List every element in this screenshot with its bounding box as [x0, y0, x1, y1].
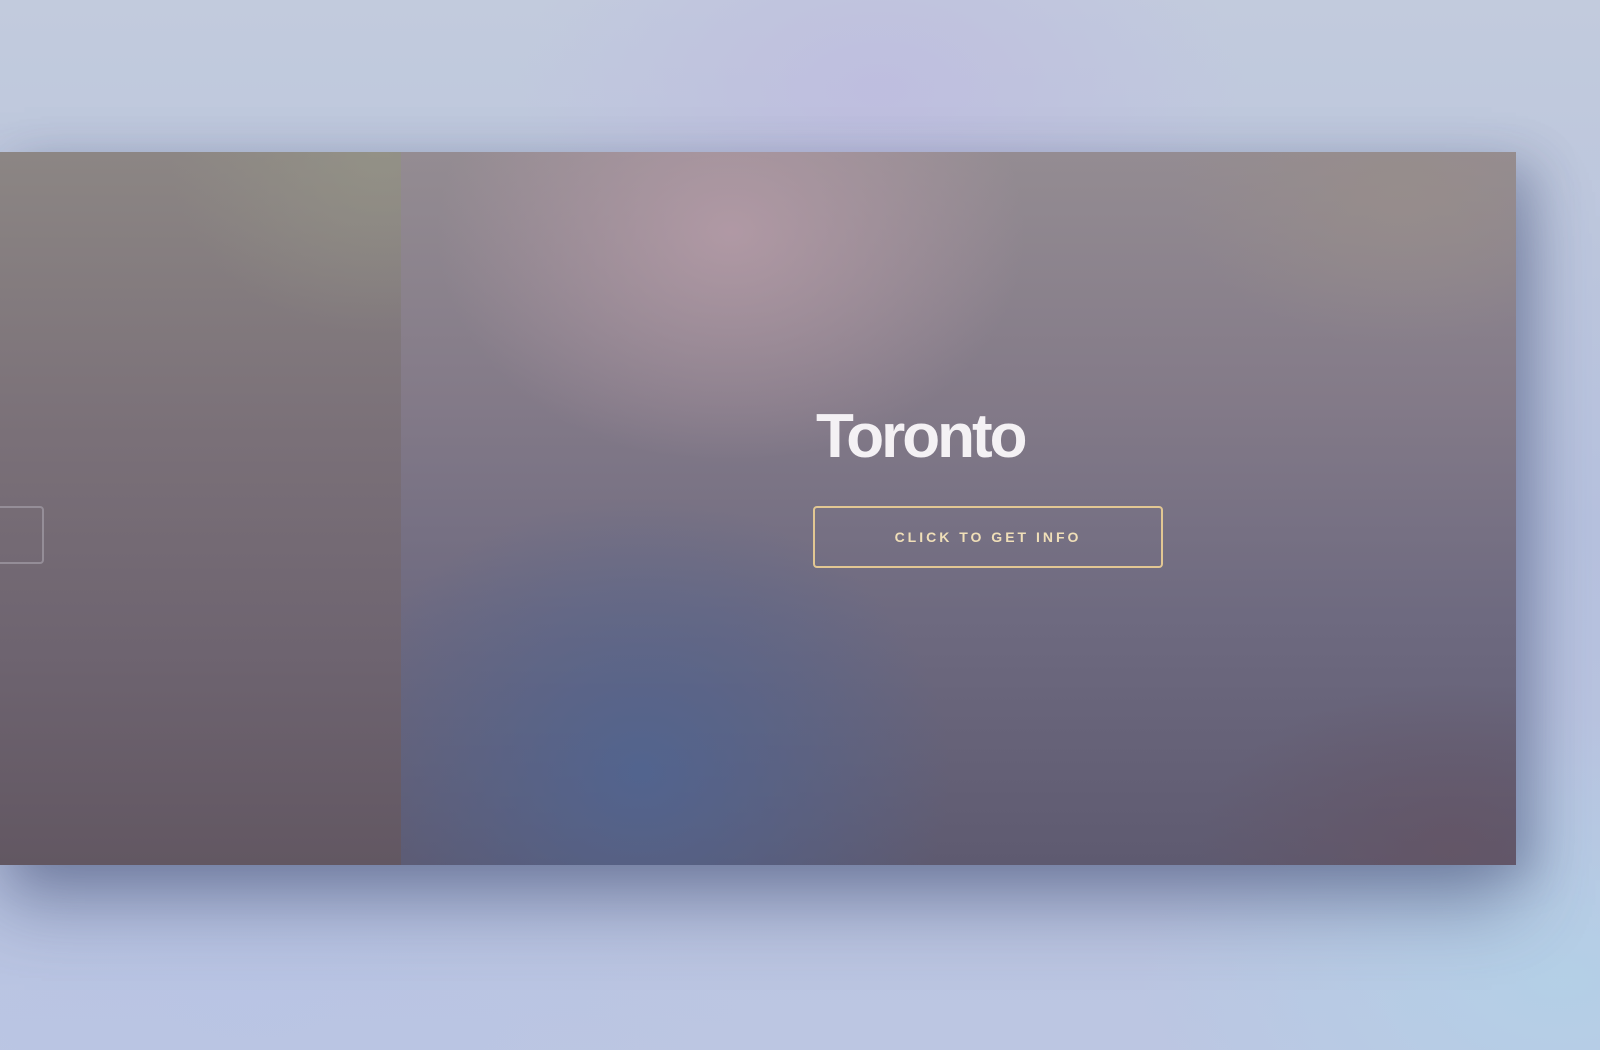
active-slide: Toronto CLICK TO GET INFO — [401, 152, 1516, 865]
get-info-button[interactable]: CLICK TO GET INFO — [813, 506, 1163, 568]
city-title: Toronto — [816, 402, 1028, 471]
previous-slide-info-button[interactable] — [0, 506, 44, 564]
city-slider: Toronto CLICK TO GET INFO — [0, 152, 1516, 865]
previous-slide[interactable] — [0, 152, 401, 865]
